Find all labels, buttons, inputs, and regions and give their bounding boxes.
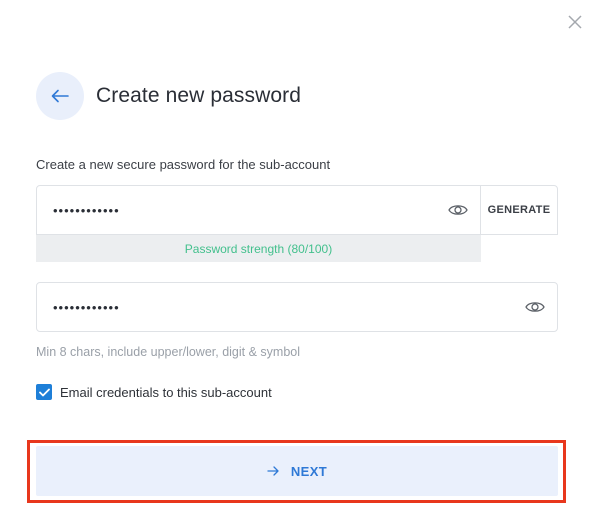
eye-icon — [525, 302, 545, 312]
email-credentials-option[interactable]: Email credentials to this sub-account — [36, 384, 272, 400]
page-title: Create new password — [96, 84, 301, 107]
email-credentials-checkbox[interactable] — [36, 384, 52, 400]
back-button[interactable] — [36, 72, 84, 120]
close-icon — [568, 15, 582, 29]
password-hint: Min 8 chars, include upper/lower, digit … — [36, 345, 301, 359]
intro-text: Create a new secure password for the sub… — [36, 157, 331, 172]
dialog-header: Create new password — [36, 72, 301, 120]
password-input[interactable]: •••••••••••• — [37, 186, 436, 234]
toggle-visibility-button[interactable] — [436, 186, 480, 234]
toggle-visibility-button[interactable] — [513, 283, 557, 331]
confirm-password-input-group: •••••••••••• — [36, 282, 558, 332]
password-input-group: •••••••••••• GENERATE — [36, 185, 558, 235]
highlight-box — [27, 440, 566, 503]
password-strength-text: Password strength (80/100) — [184, 241, 333, 256]
password-strength-bar: Password strength (80/100) — [36, 235, 481, 262]
confirm-password-input[interactable]: •••••••••••• — [37, 283, 513, 331]
eye-icon — [448, 205, 468, 215]
email-credentials-label: Email credentials to this sub-account — [60, 384, 272, 400]
generate-button[interactable]: GENERATE — [480, 186, 557, 234]
checkmark-icon — [38, 388, 50, 396]
arrow-left-icon — [51, 89, 69, 103]
close-button[interactable] — [564, 11, 586, 33]
